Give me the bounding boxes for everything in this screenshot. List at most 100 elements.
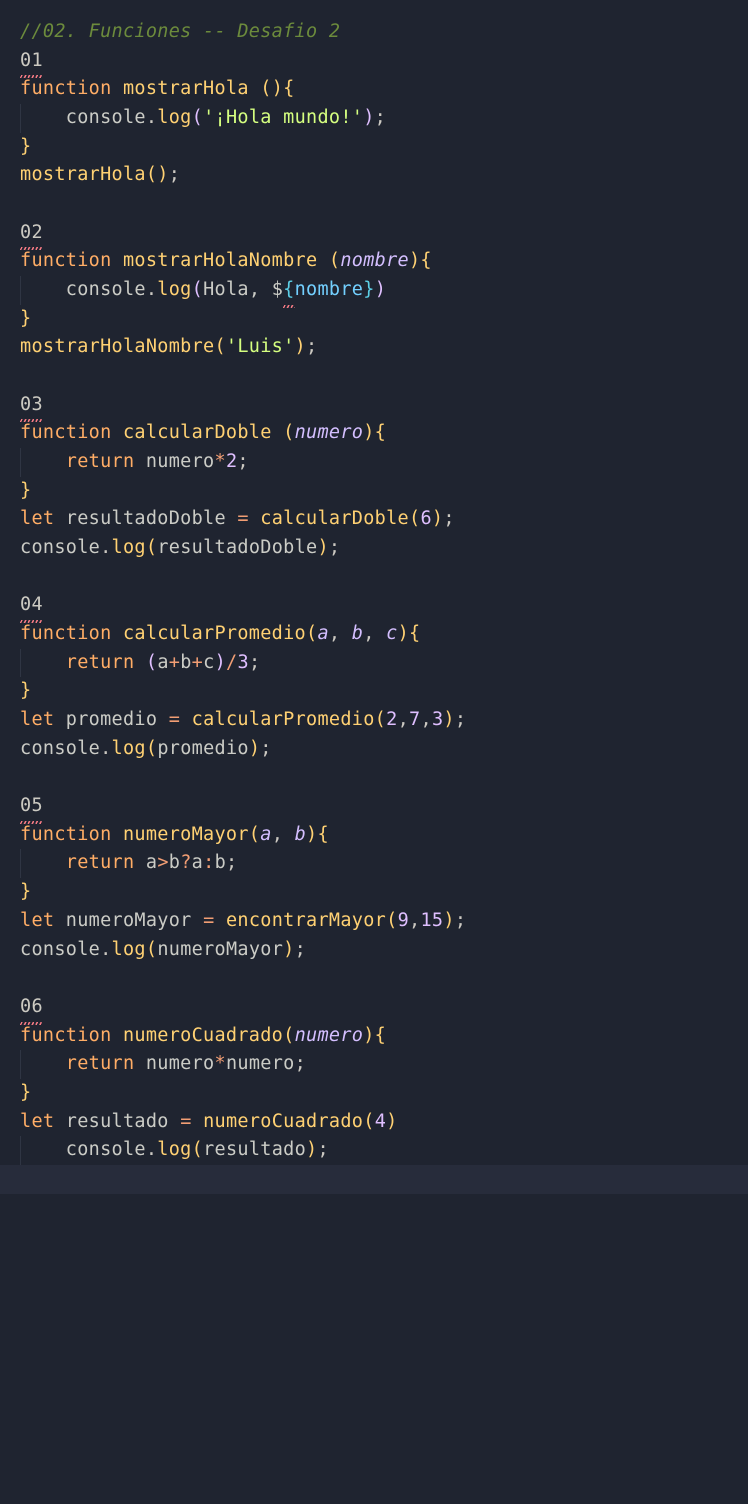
- keyword-let: let: [20, 508, 54, 529]
- number-literal: 2: [386, 709, 397, 730]
- code-line: return (a+b+c)/3;: [20, 649, 728, 678]
- variable: a: [192, 852, 203, 873]
- function-call: encontrarMayor: [226, 910, 386, 931]
- code-line: 04: [20, 591, 728, 620]
- section-marker: 01: [20, 47, 43, 76]
- number-literal: 6: [420, 508, 431, 529]
- template-variable: nombre: [295, 279, 364, 300]
- parameter: a: [317, 623, 328, 644]
- code-line: 05: [20, 792, 728, 821]
- keyword-let: let: [20, 1111, 54, 1132]
- code-line: 01: [20, 47, 728, 76]
- code-line: let promedio = calcularPromedio(2,7,3);: [20, 706, 728, 735]
- keyword-function: function: [20, 250, 112, 271]
- code-line: }: [20, 133, 728, 162]
- keyword-function: function: [20, 1025, 112, 1046]
- code-line: return numero*numero;: [20, 1050, 728, 1079]
- console-object: console: [66, 279, 146, 300]
- code-line: 02: [20, 219, 728, 248]
- function-call: calcularPromedio: [192, 709, 375, 730]
- code-line: function calcularPromedio(a, b, c){: [20, 620, 728, 649]
- variable: b: [215, 852, 226, 873]
- code-line: }: [20, 1079, 728, 1108]
- function-call: calcularDoble: [260, 508, 409, 529]
- log-method: log: [112, 939, 146, 960]
- code-line: console.log(numeroMayor);: [20, 936, 728, 965]
- keyword-function: function: [20, 422, 112, 443]
- variable: numero: [146, 451, 215, 472]
- code-line: }: [20, 477, 728, 506]
- blank-line: [20, 763, 728, 792]
- function-call: mostrarHola: [20, 164, 146, 185]
- log-method: log: [112, 537, 146, 558]
- code-line: let resultado = numeroCuadrado(4): [20, 1108, 728, 1137]
- function-name: numeroCuadrado: [123, 1025, 283, 1046]
- code-line: 06: [20, 993, 728, 1022]
- keyword-function: function: [20, 78, 112, 99]
- console-object: console: [66, 1139, 146, 1160]
- function-name: calcularPromedio: [123, 623, 306, 644]
- log-method: log: [157, 1139, 191, 1160]
- code-line: //02. Funciones -- Desafio 2: [20, 18, 728, 47]
- parameter: nombre: [340, 250, 409, 271]
- code-editor[interactable]: //02. Funciones -- Desafio 2 01 function…: [20, 18, 728, 1194]
- parameter: b: [295, 824, 306, 845]
- string-literal: 'Luis': [226, 336, 295, 357]
- variable: resultadoDoble: [157, 537, 317, 558]
- keyword-function: function: [20, 824, 112, 845]
- log-method: log: [157, 279, 191, 300]
- comment-text: //02. Funciones -- Desafio 2: [20, 21, 340, 42]
- number-literal: 9: [398, 910, 409, 931]
- keyword-return: return: [66, 652, 135, 673]
- blank-line: [20, 190, 728, 219]
- code-line: function mostrarHolaNombre (nombre){: [20, 247, 728, 276]
- number-literal: 15: [420, 910, 443, 931]
- parameter: b: [352, 623, 363, 644]
- log-method: log: [157, 107, 191, 128]
- code-line: console.log(Hola, ${nombre}): [20, 276, 728, 305]
- string-literal: '¡Hola mundo!': [203, 107, 363, 128]
- code-line: }: [20, 878, 728, 907]
- section-marker: 02: [20, 219, 43, 248]
- code-line: mostrarHolaNombre('Luis');: [20, 333, 728, 362]
- section-marker: 03: [20, 391, 43, 420]
- section-marker: 06: [20, 993, 43, 1022]
- code-line: console.log('¡Hola mundo!');: [20, 104, 728, 133]
- variable: resultado: [203, 1139, 306, 1160]
- template-text: Hola, $: [203, 279, 283, 300]
- keyword-let: let: [20, 910, 54, 931]
- code-line: console.log(resultado);: [20, 1136, 728, 1165]
- keyword-let: let: [20, 709, 54, 730]
- code-line: console.log(resultadoDoble);: [20, 534, 728, 563]
- variable: b: [180, 652, 191, 673]
- keyword-return: return: [66, 1053, 135, 1074]
- code-line: }: [20, 305, 728, 334]
- number-literal: 2: [226, 451, 237, 472]
- number-literal: 3: [237, 652, 248, 673]
- keyword-function: function: [20, 623, 112, 644]
- function-call: mostrarHolaNombre: [20, 336, 214, 357]
- code-line: function calcularDoble (numero){: [20, 419, 728, 448]
- code-line: 03: [20, 391, 728, 420]
- variable: a: [146, 852, 157, 873]
- variable: numero: [146, 1053, 215, 1074]
- keyword-return: return: [66, 451, 135, 472]
- code-line: function mostrarHola (){: [20, 75, 728, 104]
- blank-line: [20, 964, 728, 993]
- parameter: a: [260, 824, 271, 845]
- code-line: return numero*2;: [20, 448, 728, 477]
- variable-declaration: numeroMayor: [66, 910, 192, 931]
- code-line: function numeroCuadrado(numero){: [20, 1022, 728, 1051]
- code-line: }: [20, 677, 728, 706]
- parameter: numero: [295, 1025, 364, 1046]
- variable: numero: [226, 1053, 295, 1074]
- blank-line: [20, 362, 728, 391]
- section-marker: 04: [20, 591, 43, 620]
- variable: promedio: [157, 738, 249, 759]
- code-line: console.log(promedio);: [20, 735, 728, 764]
- variable: c: [203, 652, 214, 673]
- number-literal: 3: [432, 709, 443, 730]
- code-line: function numeroMayor(a, b){: [20, 821, 728, 850]
- function-name: mostrarHola: [123, 78, 249, 99]
- active-line: [0, 1165, 748, 1194]
